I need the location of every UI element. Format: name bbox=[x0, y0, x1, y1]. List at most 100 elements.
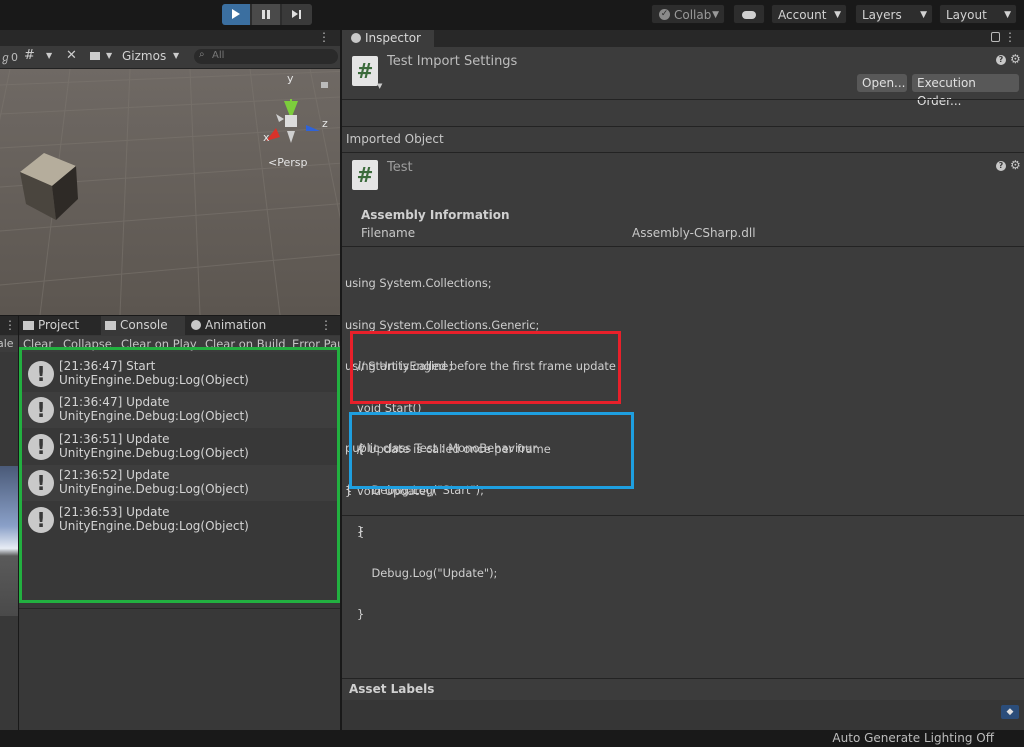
execution-order-button[interactable]: Execution Order... bbox=[912, 74, 1019, 108]
tab-inspector-label: Inspector bbox=[365, 31, 421, 45]
filename-value: Assembly-CSharp.dll bbox=[632, 226, 756, 240]
script-asset-icon: # bbox=[352, 56, 378, 86]
left-strip-label: ale bbox=[0, 337, 14, 350]
tab-project-label: Project bbox=[38, 318, 80, 332]
chevron-down-icon[interactable]: ▼ bbox=[377, 82, 382, 90]
divider bbox=[342, 99, 1024, 100]
filename-label: Filename bbox=[361, 226, 416, 240]
play-icon bbox=[232, 9, 240, 19]
layout-dropdown[interactable]: Layout ▼ bbox=[939, 4, 1017, 24]
main-toolbar: ✓ Collab ▼ Account ▼ Layers ▼ Layout ▼ bbox=[0, 0, 1024, 30]
step-button[interactable] bbox=[282, 4, 312, 25]
scene-search-input[interactable]: ⌕ All bbox=[194, 49, 338, 64]
chevron-down-icon: ▼ bbox=[920, 10, 927, 20]
imported-object-label: Imported Object bbox=[346, 132, 444, 146]
cloud-icon bbox=[742, 11, 756, 19]
pause-button[interactable] bbox=[252, 4, 280, 25]
persp-label: Persp bbox=[277, 156, 308, 169]
console-tab-bar: Project Console Animation ⋮ bbox=[19, 316, 340, 335]
tag-icon[interactable]: ◆ bbox=[1001, 705, 1019, 719]
axis-label-x: x bbox=[263, 131, 270, 144]
game-view-thumbnail bbox=[0, 466, 18, 616]
status-bar: Auto Generate Lighting Off bbox=[0, 730, 1024, 747]
gear-icon[interactable]: ⚙ bbox=[1010, 158, 1021, 172]
scene-toolbar: ℊ0 # ▼ ✕ ▼ Gizmos ▼ ⌕ All bbox=[0, 46, 340, 69]
chevron-down-icon[interactable]: ▼ bbox=[173, 51, 179, 60]
scene-viewport[interactable]: y x z <Persp bbox=[0, 69, 340, 315]
scene-panel: ⋮ ℊ0 # ▼ ✕ ▼ Gizmos ▼ ⌕ All y x z <Persp bbox=[0, 30, 340, 315]
divider bbox=[342, 152, 1024, 153]
inspector-title: Test Import Settings bbox=[387, 54, 518, 69]
start-method-highlight bbox=[350, 331, 621, 404]
play-controls bbox=[222, 4, 312, 25]
asset-labels-area: ◆ bbox=[342, 700, 1024, 730]
chevron-down-icon: ▼ bbox=[712, 10, 719, 20]
folder-icon bbox=[23, 321, 34, 330]
update-method-highlight bbox=[349, 412, 634, 489]
inspector-panel: Inspector ⋮ # ▼ Test Import Settings ? ⚙… bbox=[342, 30, 1024, 730]
tab-console[interactable]: Console bbox=[101, 316, 185, 335]
perspective-icon: < bbox=[268, 156, 278, 169]
left-strip-header: ⋮ bbox=[0, 316, 18, 335]
step-icon bbox=[292, 10, 298, 18]
code-preview: using System.Collections; using System.C… bbox=[342, 247, 1024, 621]
chevron-down-icon[interactable]: ▼ bbox=[46, 51, 52, 60]
chevron-down-icon[interactable]: ▼ bbox=[106, 51, 112, 60]
help-icon[interactable]: ? bbox=[996, 161, 1006, 171]
panel-menu-icon[interactable]: ⋮ bbox=[318, 30, 330, 44]
log-list-highlight bbox=[19, 347, 340, 603]
help-icon[interactable]: ? bbox=[996, 55, 1006, 65]
animation-icon bbox=[191, 320, 201, 330]
console-panel: Project Console Animation ⋮ Clear Collap… bbox=[19, 316, 340, 730]
panel-menu-icon[interactable]: ⋮ bbox=[1004, 30, 1016, 44]
scene-canvas bbox=[0, 69, 340, 315]
assembly-info-label: Assembly Information bbox=[361, 208, 510, 222]
lock-icon[interactable] bbox=[991, 32, 1000, 42]
layer-count: 0 bbox=[11, 51, 18, 64]
lighting-status: Auto Generate Lighting Off bbox=[832, 731, 994, 745]
grid-icon[interactable]: # bbox=[24, 48, 35, 63]
tab-console-label: Console bbox=[120, 318, 168, 332]
chevron-down-icon: ▼ bbox=[1004, 10, 1011, 20]
chevron-down-icon: ▼ bbox=[834, 10, 841, 20]
projection-toggle[interactable]: <Persp bbox=[268, 156, 307, 169]
console-icon bbox=[105, 321, 116, 330]
inspector-tab-bar: Inspector ⋮ bbox=[342, 30, 1024, 47]
panel-menu-icon[interactable]: ⋮ bbox=[320, 318, 332, 332]
search-icon: ⌕ bbox=[199, 49, 205, 60]
left-strip-button[interactable]: ale bbox=[0, 336, 18, 352]
search-placeholder: All bbox=[212, 50, 225, 61]
tab-animation[interactable]: Animation bbox=[191, 316, 301, 335]
collab-button[interactable]: ✓ Collab ▼ bbox=[651, 4, 725, 24]
account-label: Account bbox=[778, 8, 827, 22]
tab-animation-label: Animation bbox=[205, 318, 267, 332]
layers-dropdown[interactable]: Layers ▼ bbox=[855, 4, 933, 24]
open-button[interactable]: Open... bbox=[857, 74, 907, 92]
info-circle-icon bbox=[351, 33, 361, 43]
divider bbox=[342, 678, 1024, 679]
tools-icon[interactable]: ✕ bbox=[66, 48, 77, 63]
check-circle-icon: ✓ bbox=[659, 9, 670, 20]
left-partial-panel: ⋮ ale bbox=[0, 316, 18, 730]
scene-tab-bar: ⋮ bbox=[0, 30, 340, 46]
divider bbox=[342, 126, 1024, 127]
camera-icon[interactable] bbox=[90, 52, 100, 60]
layers-label: Layers bbox=[862, 8, 902, 22]
object-name: Test bbox=[387, 160, 413, 175]
asset-labels-label: Asset Labels bbox=[349, 682, 435, 696]
play-button[interactable] bbox=[222, 4, 250, 25]
hidden-objects-icon[interactable]: ℊ0 bbox=[0, 49, 18, 65]
step-bar bbox=[299, 10, 301, 19]
account-dropdown[interactable]: Account ▼ bbox=[771, 4, 847, 24]
axis-label-y: y bbox=[287, 72, 294, 85]
script-object-icon: # bbox=[352, 160, 378, 190]
console-splitter[interactable] bbox=[19, 608, 340, 609]
cloud-button[interactable] bbox=[733, 4, 765, 24]
collab-label: Collab bbox=[674, 8, 712, 22]
tab-inspector[interactable]: Inspector bbox=[342, 30, 434, 47]
axis-label-z: z bbox=[322, 117, 328, 130]
gizmos-dropdown[interactable]: Gizmos bbox=[122, 49, 166, 63]
tab-project[interactable]: Project bbox=[23, 316, 99, 335]
gear-icon[interactable]: ⚙ bbox=[1010, 52, 1021, 66]
panel-menu-icon[interactable]: ⋮ bbox=[4, 318, 16, 332]
